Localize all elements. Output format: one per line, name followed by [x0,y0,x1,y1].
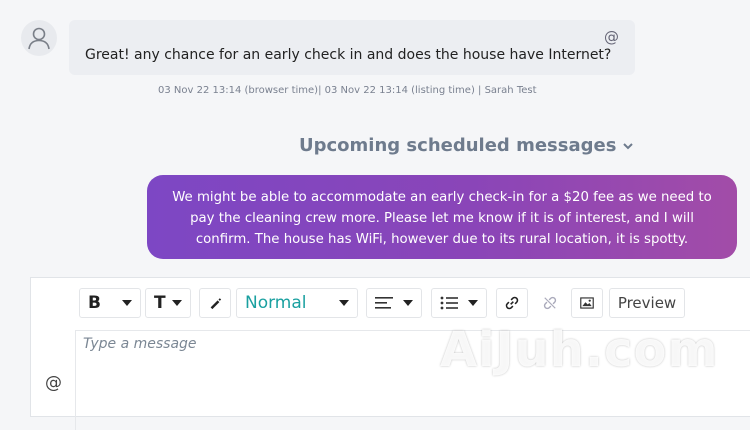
format-dropdown[interactable]: Normal [236,288,358,318]
message-meta: 03 Nov 22 13:14 (browser time)| 03 Nov 2… [158,85,537,96]
insert-image-button[interactable] [571,288,603,318]
upcoming-scheduled-label: Upcoming scheduled messages [299,135,617,156]
pen-icon [210,298,222,310]
text-size-dropdown[interactable]: T [145,288,191,318]
remove-link-button[interactable] [534,288,566,318]
align-dropdown[interactable] [366,288,422,318]
editor-left-border [75,330,76,430]
chevron-down-icon [468,300,478,306]
chevron-down-icon [339,300,349,306]
text-color-button[interactable] [199,288,231,318]
bullet-list-icon [440,296,458,310]
outgoing-message-bubble: We might be able to accommodate an early… [147,175,737,259]
bold-label: B [88,293,101,313]
format-value: Normal [245,293,307,313]
chevron-down-icon [122,300,132,306]
chevron-down-icon [403,300,413,306]
list-dropdown[interactable] [431,288,487,318]
upcoming-scheduled-toggle[interactable]: Upcoming scheduled messages [299,135,634,156]
insert-link-button[interactable] [496,288,528,318]
image-icon [580,297,594,309]
align-left-icon [375,297,393,309]
mention-button[interactable]: @ [45,373,62,393]
bold-dropdown[interactable]: B [79,288,141,318]
chevron-down-icon [622,140,634,152]
chevron-down-icon [172,300,182,306]
incoming-message-bubble: Great! any chance for an early check in … [69,20,635,75]
unlink-icon [543,296,557,310]
mention-icon[interactable]: @ [604,28,619,46]
preview-button[interactable]: Preview [609,288,685,318]
watermark-logo: AiJuh.com [440,322,719,378]
user-avatar [21,20,57,56]
text-size-label: T [154,293,166,313]
message-input[interactable]: Type a message [83,336,197,352]
link-icon [505,296,519,310]
outgoing-message-text: We might be able to accommodate an early… [172,190,712,247]
incoming-message-text: Great! any chance for an early check in … [85,47,612,63]
user-icon [28,27,50,50]
preview-label: Preview [617,294,677,312]
